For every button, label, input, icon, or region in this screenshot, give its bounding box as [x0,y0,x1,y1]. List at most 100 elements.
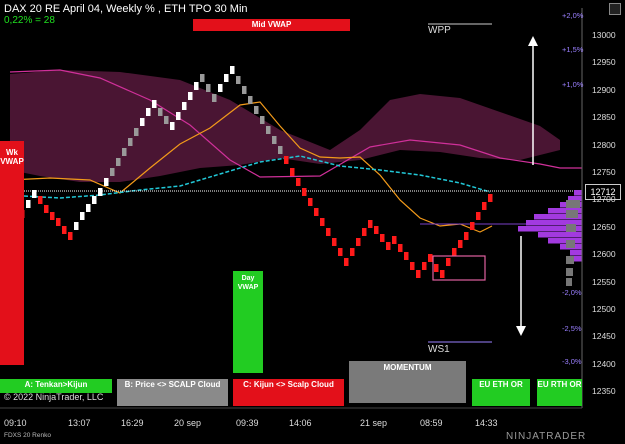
instrument-footer: FDXS 20 Renko [4,432,51,439]
time-tick-label: 14:06 [289,418,312,428]
renko-brick [344,258,349,266]
renko-brick [86,204,91,212]
renko-brick [464,232,469,240]
percent-tick-label: -3,0% [562,357,582,366]
kijun-scalp-cloud-button[interactable]: C: Kijun <> Scalp Cloud [233,379,344,406]
renko-brick [374,226,379,234]
renko-brick [200,74,205,82]
price-tick-label: 12800 [592,139,616,150]
tenkan-kijun-button[interactable]: A: Tenkan>Kijun [0,379,112,393]
renko-brick [404,252,409,260]
renko-brick [224,74,229,82]
renko-brick [146,108,151,116]
momentum-panel: MOMENTUM [349,361,466,403]
time-tick-label: 14:33 [475,418,498,428]
renko-brick [314,208,319,216]
renko-brick [332,238,337,246]
renko-brick [266,126,271,134]
volume-profile-bar-grey [566,224,576,232]
time-tick-label: 08:59 [420,418,443,428]
ichimoku-cloud [10,70,560,182]
renko-brick [284,156,289,164]
volume-profile-bar [570,250,582,256]
renko-brick [188,92,193,100]
renko-brick [470,222,475,230]
renko-brick [248,96,253,104]
renko-brick [362,228,367,236]
renko-brick [170,122,175,130]
renko-brick [122,148,127,156]
percent-tick-label: +2,0% [562,11,584,20]
renko-brick [416,270,421,278]
eu-rth-or-button[interactable]: EU RTH OR [537,379,582,406]
renko-brick [446,258,451,266]
renko-brick [218,84,223,92]
percent-tick-label: +1,5% [562,45,584,54]
renko-brick [92,196,97,204]
price-tick-label: 12600 [592,249,616,260]
renko-brick [458,240,463,248]
renko-brick [128,138,133,146]
renko-brick [134,128,139,136]
renko-brick [194,82,199,90]
eu-eth-or-button[interactable]: EU ETH OR [472,379,530,406]
volume-profile-bar-grey [566,210,578,218]
renko-brick [434,264,439,272]
price-tick-label: 12850 [592,112,616,123]
renko-brick [254,106,259,114]
renko-brick [176,112,181,120]
up-arrow-head [528,36,538,46]
renko-chart[interactable] [0,0,625,444]
renko-brick [386,242,391,250]
renko-brick [482,202,487,210]
price-tick-label: 12500 [592,304,616,314]
percent-tick-label: +1,0% [562,80,584,89]
price-tick-label: 12650 [592,221,616,232]
renko-brick [212,94,217,102]
renko-brick [398,244,403,252]
renko-brick [68,232,73,240]
volume-profile-bar-grey [566,268,573,276]
price-scalp-cloud-button[interactable]: B: Price <> SCALP Cloud [117,379,228,406]
renko-brick [476,212,481,220]
price-tick-label: 12900 [592,84,616,95]
renko-brick [80,212,85,220]
renko-brick [308,198,313,206]
renko-brick [452,248,457,256]
price-tick-label: 12350 [592,386,616,397]
renko-brick [278,146,283,154]
renko-brick [182,102,187,110]
renko-brick [356,238,361,246]
renko-brick [380,234,385,242]
time-tick-label: 09:10 [4,418,27,428]
renko-brick [326,228,331,236]
renko-brick [206,84,211,92]
ws1-label: WS1 [428,344,450,355]
copyright-text: © 2022 NinjaTrader, LLC [4,392,104,402]
renko-brick [236,76,241,84]
renko-brick [38,196,43,204]
renko-brick [152,100,157,108]
down-arrow-head [516,326,526,336]
renko-brick [110,168,115,176]
renko-brick [104,178,109,186]
time-tick-label: 21 sep [360,418,388,428]
renko-brick [116,158,121,166]
renko-brick [260,116,265,124]
renko-brick [272,136,277,144]
time-tick-label: 13:07 [68,418,91,428]
renko-brick [32,190,37,198]
volume-profile [518,190,582,286]
renko-brick [296,178,301,186]
renko-brick [74,222,79,230]
renko-brick [428,254,433,262]
ninjatrader-logo: NINJATRADER [506,431,587,442]
price-tick-label: 12450 [592,331,616,342]
window-button[interactable] [609,3,621,15]
renko-brick [164,116,169,124]
volume-profile-bar [548,238,582,244]
time-tick-label: 16:29 [121,418,144,428]
time-tick-label: 20 sep [174,418,202,428]
chart-header: DAX 20 RE April 04, Weekly % , ETH TPO 3… [4,3,248,15]
volume-profile-bar [574,190,582,196]
